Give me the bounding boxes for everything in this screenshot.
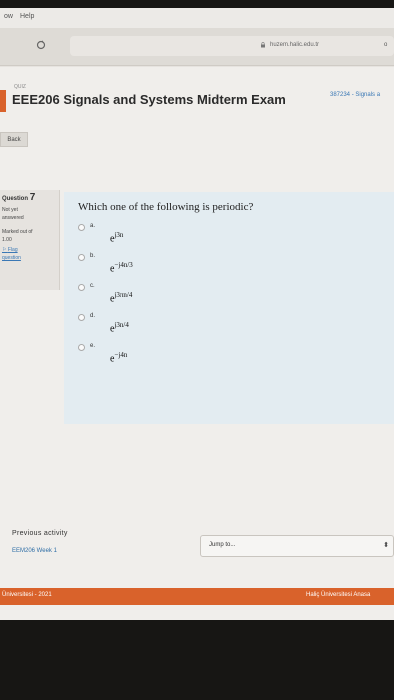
menu-item-view[interactable]: ow	[4, 13, 13, 20]
question-panel: Which one of the following is periodic? …	[64, 192, 394, 424]
question-info: Question 7 Not yet answered Marked out of…	[0, 190, 60, 290]
footer-left-text: Üniversitesi - 2021	[2, 592, 52, 598]
course-link[interactable]: 387234 - Signals a	[330, 92, 380, 98]
jump-to-select[interactable]: Jump to... ⬍	[200, 535, 394, 557]
menu-bar: ow Help	[0, 8, 394, 28]
flag-question-link[interactable]: ⚐ Flag question	[2, 246, 21, 262]
reload-icon[interactable]	[36, 40, 46, 50]
footer: Üniversitesi - 2021 Haliç Üniversitesi A…	[0, 588, 394, 605]
option-c-letter: c.	[90, 283, 95, 289]
question-text: Which one of the following is periodic?	[78, 201, 254, 213]
option-d-radio[interactable]	[78, 314, 85, 321]
option-d-letter: d.	[90, 313, 96, 319]
option-e[interactable]: e. e−j4n	[78, 342, 378, 368]
option-a[interactable]: a. ej3n	[78, 222, 378, 248]
question-state: Not yet answered	[2, 207, 24, 221]
option-c-expression: ej3πn/4	[110, 291, 133, 305]
option-e-letter: e.	[90, 343, 96, 349]
select-arrows-icon: ⬍	[383, 542, 389, 549]
url-text: huzem.halic.edu.tr	[270, 42, 320, 48]
option-a-radio[interactable]	[78, 224, 85, 231]
screen: ow Help huzem.halic.edu.tr o QUIZ EEE206…	[0, 8, 394, 620]
jump-to-label: Jump to...	[209, 542, 236, 548]
question-number: 7	[29, 192, 36, 203]
option-b-expression: e−j4n/3	[110, 261, 133, 275]
footer-right-text: Haliç Üniversitesi Anasa	[306, 592, 371, 598]
option-b-radio[interactable]	[78, 254, 85, 261]
lock-icon	[261, 42, 265, 48]
browser-toolbar: huzem.halic.edu.tr o	[0, 28, 394, 66]
previous-activity-link[interactable]: EEM206 Week 1	[12, 548, 57, 554]
option-a-letter: a.	[90, 223, 96, 229]
option-c[interactable]: c. ej3πn/4	[78, 282, 378, 308]
address-bar[interactable]: huzem.halic.edu.tr	[70, 36, 394, 56]
option-b-letter: b.	[90, 253, 96, 259]
option-d-expression: ej3n/4	[110, 321, 129, 335]
option-e-radio[interactable]	[78, 344, 85, 351]
page-title: EEE206 Signals and Systems Midterm Exam	[12, 92, 286, 107]
back-button[interactable]: Back	[0, 132, 28, 147]
option-c-radio[interactable]	[78, 284, 85, 291]
option-b[interactable]: b. e−j4n/3	[78, 252, 378, 278]
title-accent	[0, 90, 6, 112]
question-marks: Marked out of 1.00	[2, 229, 33, 243]
breadcrumb[interactable]: QUIZ	[14, 84, 26, 90]
previous-activity-label: Previous activity	[12, 530, 68, 537]
option-e-expression: e−j4n	[110, 351, 128, 365]
option-d[interactable]: d. ej3n/4	[78, 312, 378, 338]
option-a-expression: ej3n	[110, 231, 124, 245]
menu-item-help[interactable]: Help	[20, 13, 34, 20]
question-number-label: Question 7	[2, 192, 36, 203]
extension-icon[interactable]: o	[384, 42, 387, 48]
